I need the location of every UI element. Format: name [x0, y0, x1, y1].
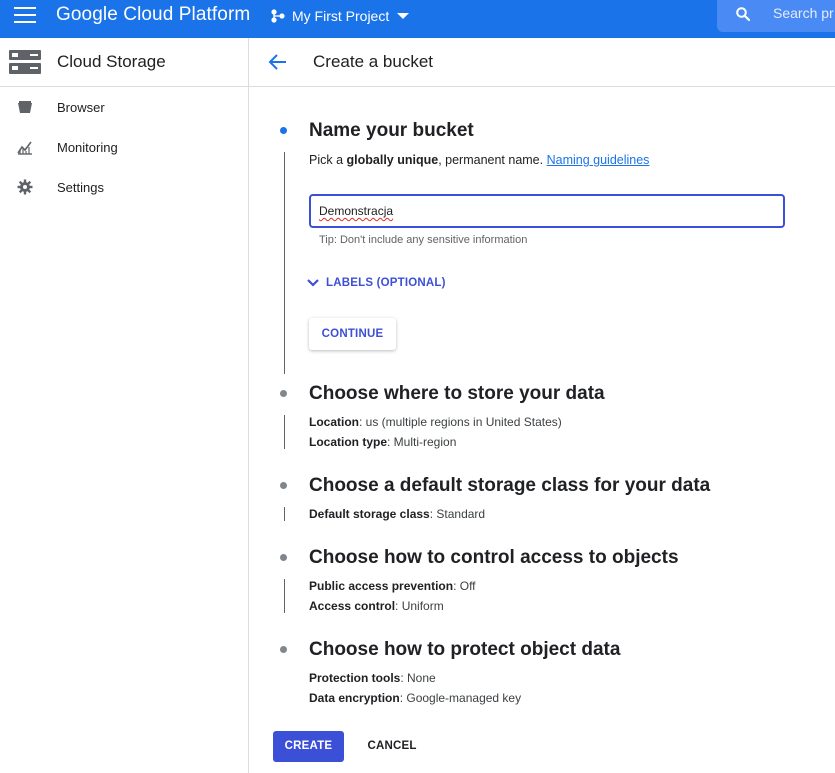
detail-line: Location: us (multiple regions in United… — [309, 415, 562, 429]
back-arrow-icon[interactable] — [267, 53, 287, 71]
chevron-down-icon — [307, 279, 319, 287]
sidebar-item-monitoring[interactable]: Monitoring — [0, 127, 248, 167]
sidebar-title: Cloud Storage — [57, 52, 166, 71]
storage-icon — [9, 50, 41, 74]
labels-toggle-label: LABELS (OPTIONAL) — [326, 277, 446, 289]
page-header: Create a bucket — [249, 38, 835, 87]
hint-bold: globally unique — [346, 153, 439, 167]
detail-key: Public access prevention — [309, 579, 454, 593]
detail-key: Location type — [309, 435, 388, 449]
detail-key: Location — [309, 415, 359, 429]
detail-key: Data encryption — [309, 691, 400, 705]
detail-line: Data encryption: Google-managed key — [309, 691, 521, 705]
detail-value: : us (multiple regions in United States) — [359, 415, 562, 429]
step-connector — [284, 507, 285, 521]
project-name: My First Project — [292, 8, 390, 24]
gear-icon — [17, 179, 33, 195]
step-heading: Choose how to control access to objects — [309, 547, 679, 568]
detail-value: : None — [400, 671, 436, 685]
detail-value: : Google-managed key — [399, 691, 522, 705]
project-selector[interactable]: My First Project — [270, 6, 410, 26]
step-indicator — [280, 390, 287, 397]
search-input[interactable]: Search pr — [773, 5, 834, 21]
top-app-bar: Google Cloud Platform My First Project S… — [0, 0, 835, 38]
create-button[interactable]: CREATE — [273, 731, 344, 762]
step-connector — [284, 579, 285, 613]
step-indicator — [280, 646, 287, 653]
cancel-button[interactable]: CANCEL — [355, 731, 429, 762]
sidebar: Cloud Storage Browser Monitoring Setting… — [0, 38, 249, 773]
bucket-name-hint: Pick a globally unique, permanent name. … — [309, 153, 649, 167]
continue-button[interactable]: CONTINUE — [309, 318, 396, 350]
sidebar-item-browser[interactable]: Browser — [0, 87, 248, 127]
detail-value: : Multi-region — [387, 435, 457, 449]
page-title: Create a bucket — [313, 52, 434, 71]
hint-text: Pick a — [309, 153, 347, 167]
step-heading: Choose how to protect object data — [309, 639, 621, 660]
bucket-icon — [18, 101, 32, 113]
detail-value: : Uniform — [395, 599, 444, 613]
bucket-name-input[interactable]: Demonstracja — [309, 194, 785, 228]
detail-key: Access control — [309, 599, 396, 613]
detail-line: Protection tools: None — [309, 671, 436, 685]
labels-toggle[interactable]: LABELS (OPTIONAL) — [306, 277, 446, 289]
menu-icon[interactable] — [14, 7, 36, 23]
sidebar-item-label: Monitoring — [57, 140, 118, 155]
naming-guidelines-link[interactable]: Naming guidelines — [547, 153, 650, 167]
detail-line: Access control: Uniform — [309, 599, 444, 613]
detail-key: Default storage class — [309, 507, 430, 521]
main-content: Create a bucket Name your bucket Pick a … — [249, 38, 835, 773]
chart-icon — [17, 141, 32, 155]
input-tip: Tip: Don't include any sensitive informa… — [319, 234, 528, 246]
sidebar-item-settings[interactable]: Settings — [0, 167, 248, 207]
sidebar-item-label: Settings — [57, 180, 104, 195]
detail-key: Protection tools — [309, 671, 401, 685]
detail-value: : Standard — [429, 507, 486, 521]
step-connector — [284, 152, 285, 374]
step-connector — [284, 415, 285, 449]
brand-title[interactable]: Google Cloud Platform — [56, 4, 250, 26]
detail-line: Public access prevention: Off — [309, 579, 476, 593]
search-box[interactable]: Search pr — [717, 0, 835, 32]
search-icon — [736, 7, 751, 22]
step-indicator — [280, 482, 287, 489]
step-heading: Name your bucket — [309, 120, 474, 141]
step-indicator — [280, 554, 287, 561]
bucket-name-value[interactable]: Demonstracja — [319, 204, 393, 218]
detail-line: Location type: Multi-region — [309, 435, 456, 449]
sidebar-item-label: Browser — [57, 100, 105, 115]
sidebar-header: Cloud Storage — [0, 38, 248, 87]
step-heading: Choose where to store your data — [309, 383, 605, 404]
detail-line: Default storage class: Standard — [309, 507, 485, 521]
project-icon — [271, 9, 285, 23]
hint-text: , permanent name. — [438, 153, 547, 167]
chevron-down-icon — [397, 13, 410, 19]
step-heading: Choose a default storage class for your … — [309, 475, 711, 496]
detail-value: : Off — [453, 579, 476, 593]
step-indicator-active — [280, 127, 287, 134]
